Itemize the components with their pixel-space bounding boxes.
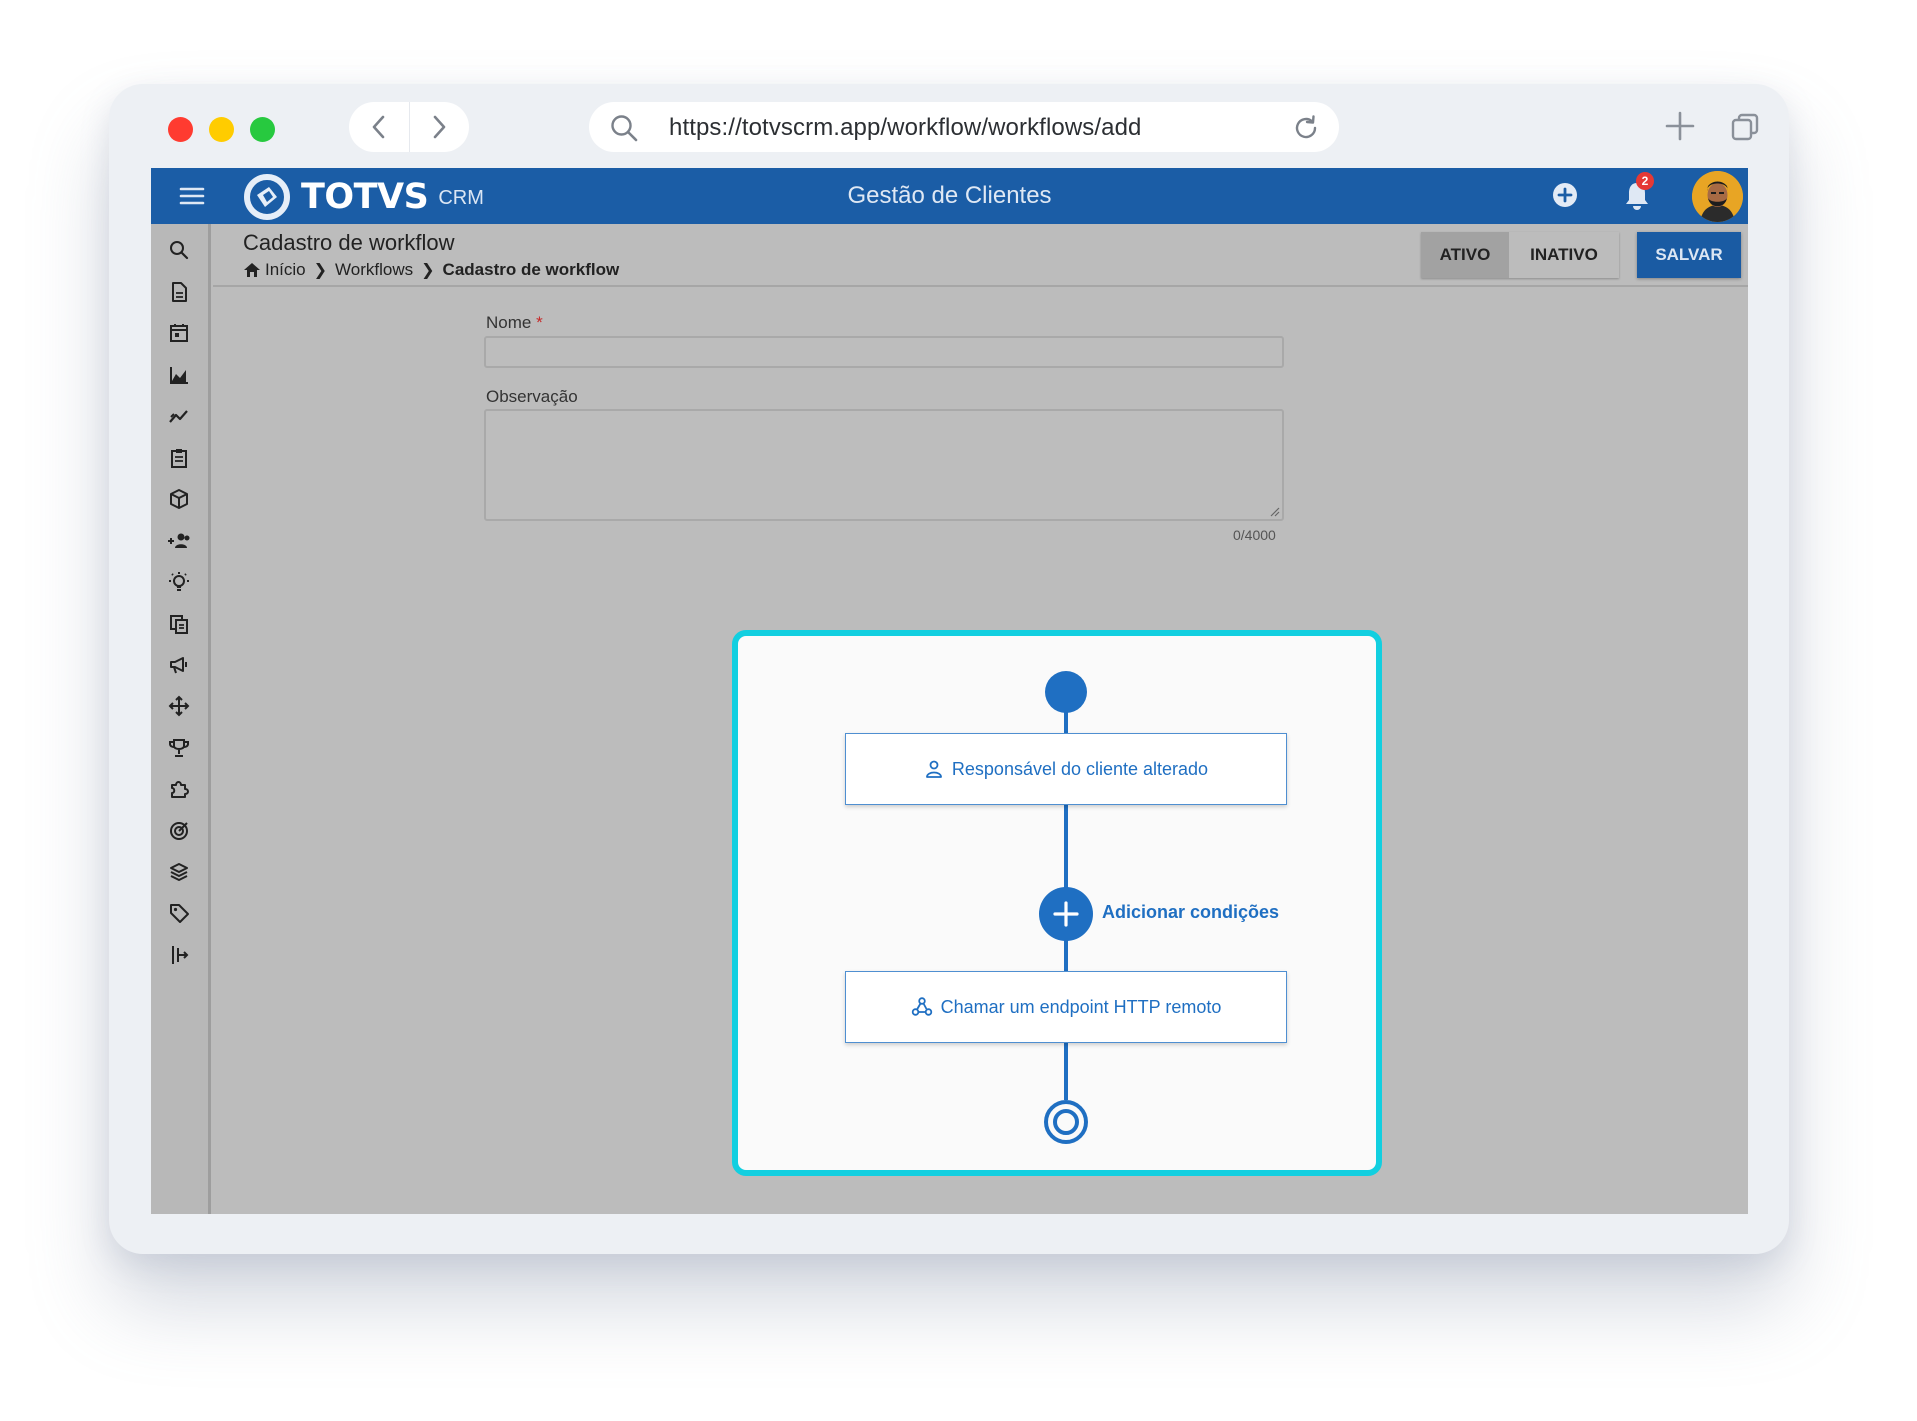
reload-icon[interactable] bbox=[1291, 113, 1321, 143]
add-conditions-button[interactable] bbox=[1039, 887, 1093, 941]
avatar[interactable] bbox=[1692, 171, 1743, 222]
notification-badge: 2 bbox=[1636, 172, 1654, 190]
back-button[interactable] bbox=[349, 102, 409, 152]
breadcrumb-home[interactable]: Início bbox=[265, 260, 306, 280]
sidebar-item-ideas[interactable] bbox=[163, 566, 195, 598]
workflow-canvas: Responsável do cliente alterado Adiciona… bbox=[732, 630, 1382, 1176]
user-avatar-image bbox=[1692, 171, 1743, 222]
sidebar-item-integrations[interactable] bbox=[163, 773, 195, 805]
sidebar-item-search[interactable] bbox=[163, 234, 195, 266]
name-field[interactable] bbox=[484, 336, 1284, 368]
menu-icon[interactable] bbox=[179, 185, 205, 207]
notes-counter: 0/4000 bbox=[1233, 527, 1276, 543]
chevron-right-icon: ❯ bbox=[313, 262, 328, 279]
action-label: Chamar um endpoint HTTP remoto bbox=[940, 996, 1222, 1017]
address-bar[interactable]: https://totvscrm.app/workflow/workflows/… bbox=[589, 102, 1339, 152]
notes-field[interactable] bbox=[484, 409, 1284, 521]
layers-icon bbox=[170, 863, 188, 881]
breadcrumb-workflows[interactable]: Workflows bbox=[335, 260, 413, 280]
webhook-icon bbox=[911, 997, 932, 1016]
name-label-text: Nome bbox=[486, 313, 532, 332]
sidebar-item-documents[interactable] bbox=[163, 276, 195, 308]
tag-icon bbox=[170, 904, 189, 923]
name-label: Nome * bbox=[486, 313, 543, 333]
search-icon bbox=[611, 115, 638, 142]
chevron-left-icon bbox=[372, 115, 385, 139]
trigger-label: Responsável do cliente alterado bbox=[951, 758, 1209, 779]
document-icon bbox=[172, 282, 187, 302]
calendar-icon bbox=[170, 324, 188, 342]
person-icon bbox=[926, 760, 942, 778]
chevron-right-icon bbox=[433, 115, 446, 139]
status-active-option[interactable]: ATIVO bbox=[1421, 232, 1509, 278]
breadcrumb: Início ❯ Workflows ❯ Cadastro de workflo… bbox=[243, 260, 619, 280]
brand-sub: CRM bbox=[438, 186, 484, 209]
trophy-icon bbox=[169, 739, 189, 757]
sidebar-item-calendar[interactable] bbox=[163, 317, 195, 349]
align-tool-icon bbox=[172, 946, 189, 964]
area-chart-icon bbox=[170, 367, 188, 384]
end-node-inner-ring bbox=[1053, 1109, 1079, 1135]
move-arrows-icon bbox=[168, 695, 190, 717]
app-topbar: TOTVS CRM Gestão de Clientes 2 bbox=[151, 168, 1748, 224]
sidebar-item-products[interactable] bbox=[163, 483, 195, 515]
sidebar-item-campaigns[interactable] bbox=[163, 649, 195, 681]
totvs-logo-icon bbox=[244, 174, 290, 220]
action-card[interactable]: Chamar um endpoint HTTP remoto bbox=[845, 971, 1287, 1043]
add-group-icon bbox=[168, 533, 190, 548]
tabs-overview-icon[interactable] bbox=[1730, 112, 1760, 142]
close-window-button[interactable] bbox=[168, 117, 193, 142]
sidebar-item-trends[interactable] bbox=[163, 400, 195, 432]
sidebar-item-copies[interactable] bbox=[163, 608, 195, 640]
sidebar-item-settings[interactable] bbox=[163, 939, 195, 971]
home-icon[interactable] bbox=[243, 262, 261, 278]
sidebar bbox=[151, 224, 211, 1214]
forward-button[interactable] bbox=[409, 102, 469, 152]
plus-icon bbox=[1053, 901, 1079, 927]
sidebar-item-targets[interactable] bbox=[163, 815, 195, 847]
add-circle-icon[interactable] bbox=[1550, 180, 1580, 210]
maximize-window-button[interactable] bbox=[250, 117, 275, 142]
sidebar-item-analytics[interactable] bbox=[163, 359, 195, 391]
search-icon bbox=[170, 241, 189, 260]
add-conditions-label[interactable]: Adicionar condições bbox=[1102, 902, 1279, 923]
puzzle-icon bbox=[171, 781, 189, 798]
status-toggle: ATIVO INATIVO bbox=[1421, 232, 1619, 278]
breadcrumb-current: Cadastro de workflow bbox=[442, 260, 620, 279]
sidebar-item-contacts[interactable] bbox=[163, 525, 195, 557]
megaphone-icon bbox=[170, 657, 187, 674]
workflow-end-node[interactable] bbox=[1044, 1100, 1088, 1144]
sidebar-item-tags[interactable] bbox=[163, 897, 195, 929]
totvs-logo[interactable]: TOTVS CRM bbox=[243, 173, 484, 221]
browser-window: https://totvscrm.app/workflow/workflows/… bbox=[109, 84, 1789, 1254]
page-header: Cadastro de workflow Início ❯ Workflows … bbox=[213, 224, 1748, 287]
page-title: Cadastro de workflow bbox=[243, 230, 455, 255]
notes-label: Observação bbox=[486, 387, 578, 406]
sidebar-item-goals[interactable] bbox=[163, 732, 195, 764]
sidebar-item-tasks[interactable] bbox=[163, 442, 195, 474]
url-text[interactable]: https://totvscrm.app/workflow/workflows/… bbox=[669, 114, 1141, 142]
workflow-start-node[interactable] bbox=[1045, 671, 1087, 713]
new-tab-icon[interactable] bbox=[1664, 110, 1696, 142]
trigger-card[interactable]: Responsável do cliente alterado bbox=[845, 733, 1287, 805]
clipboard-icon bbox=[171, 449, 187, 468]
trend-chart-icon bbox=[169, 410, 188, 423]
brand-name: TOTVS bbox=[301, 177, 429, 217]
resize-handle-icon[interactable] bbox=[1268, 505, 1280, 517]
copy-document-icon bbox=[170, 615, 188, 634]
lightbulb-icon bbox=[169, 572, 189, 591]
sidebar-item-pipeline[interactable] bbox=[163, 690, 195, 722]
required-mark: * bbox=[536, 313, 543, 332]
chevron-right-icon: ❯ bbox=[421, 262, 435, 279]
status-inactive-option[interactable]: INATIVO bbox=[1509, 232, 1619, 278]
history-navigation bbox=[349, 102, 469, 152]
minimize-window-button[interactable] bbox=[209, 117, 234, 142]
save-button[interactable]: SALVAR bbox=[1637, 232, 1741, 278]
target-icon bbox=[170, 822, 188, 840]
sidebar-item-layers[interactable] bbox=[163, 856, 195, 888]
box-icon bbox=[170, 489, 188, 509]
